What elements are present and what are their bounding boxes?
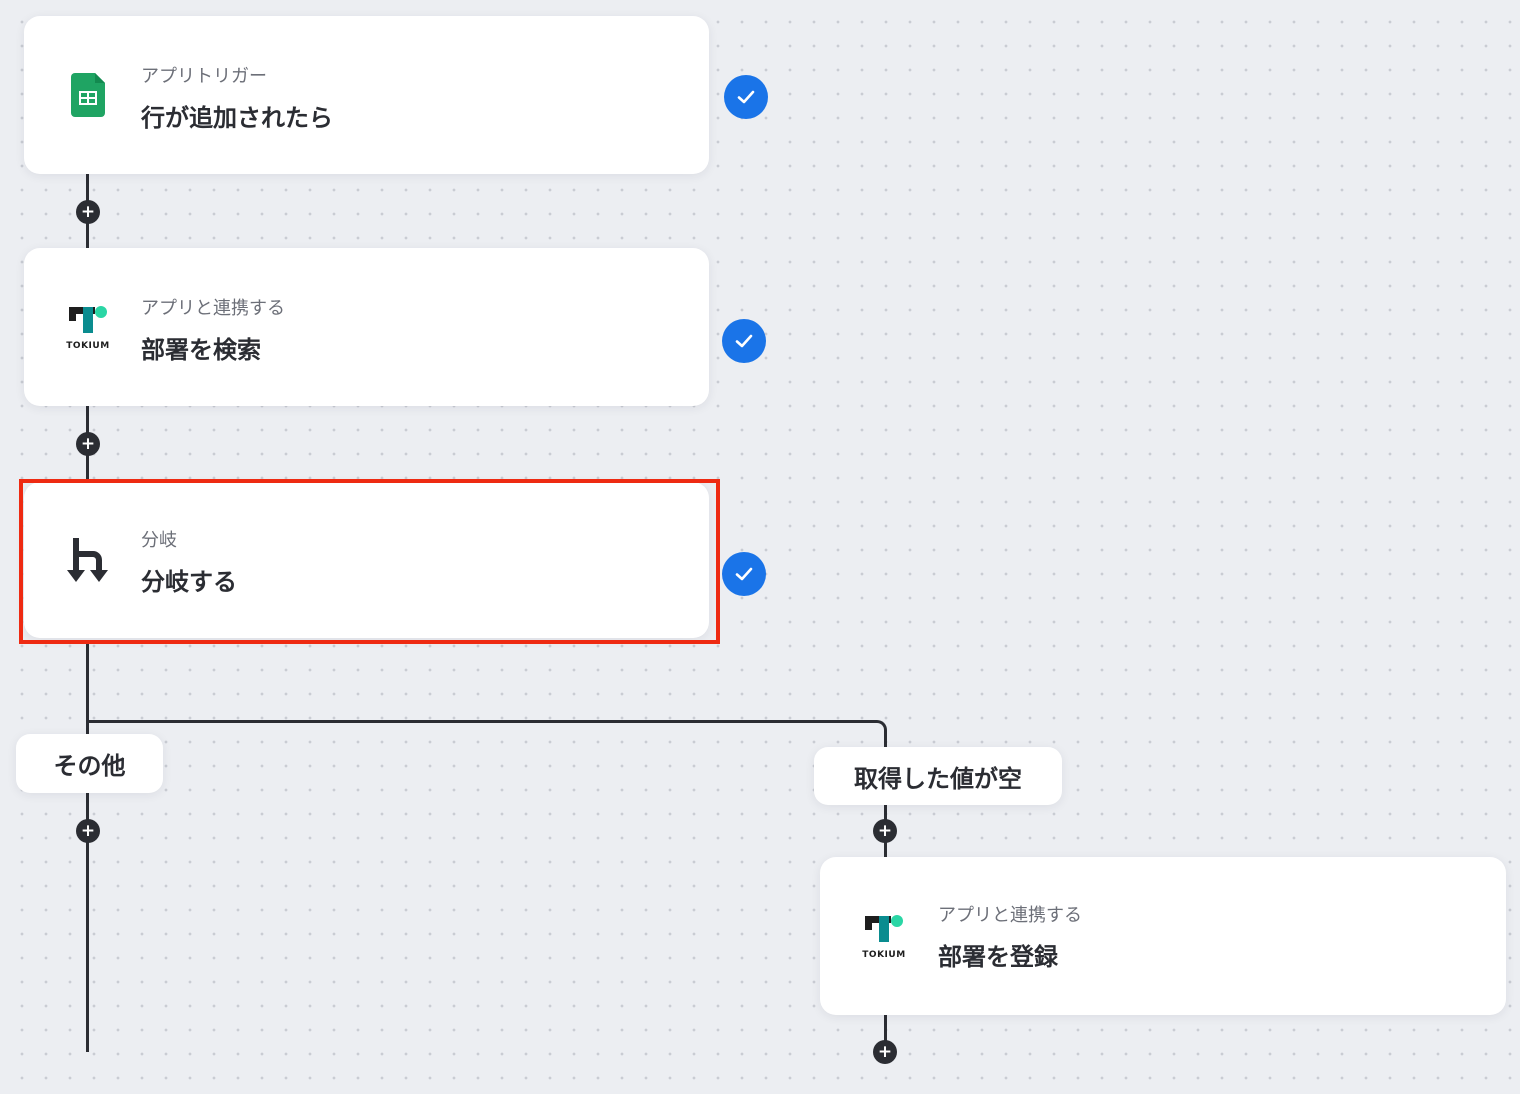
add-step-button[interactable]: + bbox=[76, 819, 100, 843]
tokium-logo-icon: TOKIUM bbox=[64, 301, 112, 353]
add-step-button[interactable]: + bbox=[76, 432, 100, 456]
tokium-logo-text: TOKIUM bbox=[66, 341, 109, 351]
step-title: 部署を登録 bbox=[938, 943, 1058, 971]
flow-step-card-trigger[interactable]: アプリトリガー 行が追加されたら bbox=[24, 16, 709, 174]
step-complete-check-icon bbox=[722, 319, 766, 363]
add-step-button[interactable]: + bbox=[873, 1040, 897, 1064]
branch-icon bbox=[64, 534, 112, 586]
flow-step-card-register[interactable]: TOKIUM アプリと連携する 部署を登録 bbox=[820, 857, 1506, 1015]
branch-label-empty-value[interactable]: 取得した値が空 bbox=[814, 747, 1062, 805]
google-sheets-icon bbox=[64, 69, 112, 121]
step-subtitle: 分岐 bbox=[141, 530, 177, 551]
flow-canvas: + + + + + アプリトリガー 行が追加されたら TOKIUM アプリと連携… bbox=[0, 0, 1520, 1094]
add-step-button[interactable]: + bbox=[873, 819, 897, 843]
branch-label-other[interactable]: その他 bbox=[16, 734, 163, 793]
step-subtitle: アプリと連携する bbox=[141, 298, 285, 319]
step-title: 分岐する bbox=[141, 568, 237, 596]
flow-step-card-search[interactable]: TOKIUM アプリと連携する 部署を検索 bbox=[24, 248, 709, 406]
step-subtitle: アプリトリガー bbox=[141, 66, 267, 87]
connector-line bbox=[86, 640, 89, 1052]
step-complete-check-icon bbox=[722, 552, 766, 596]
step-subtitle: アプリと連携する bbox=[938, 905, 1082, 926]
flow-step-card-branch[interactable]: 分岐 分岐する bbox=[24, 482, 709, 638]
branch-connector-line bbox=[86, 720, 874, 723]
step-title: 行が追加されたら bbox=[141, 104, 333, 132]
step-complete-check-icon bbox=[724, 75, 768, 119]
step-title: 部署を検索 bbox=[141, 336, 261, 364]
tokium-logo-icon: TOKIUM bbox=[860, 910, 908, 962]
add-step-button[interactable]: + bbox=[76, 200, 100, 224]
tokium-logo-text: TOKIUM bbox=[862, 950, 905, 960]
